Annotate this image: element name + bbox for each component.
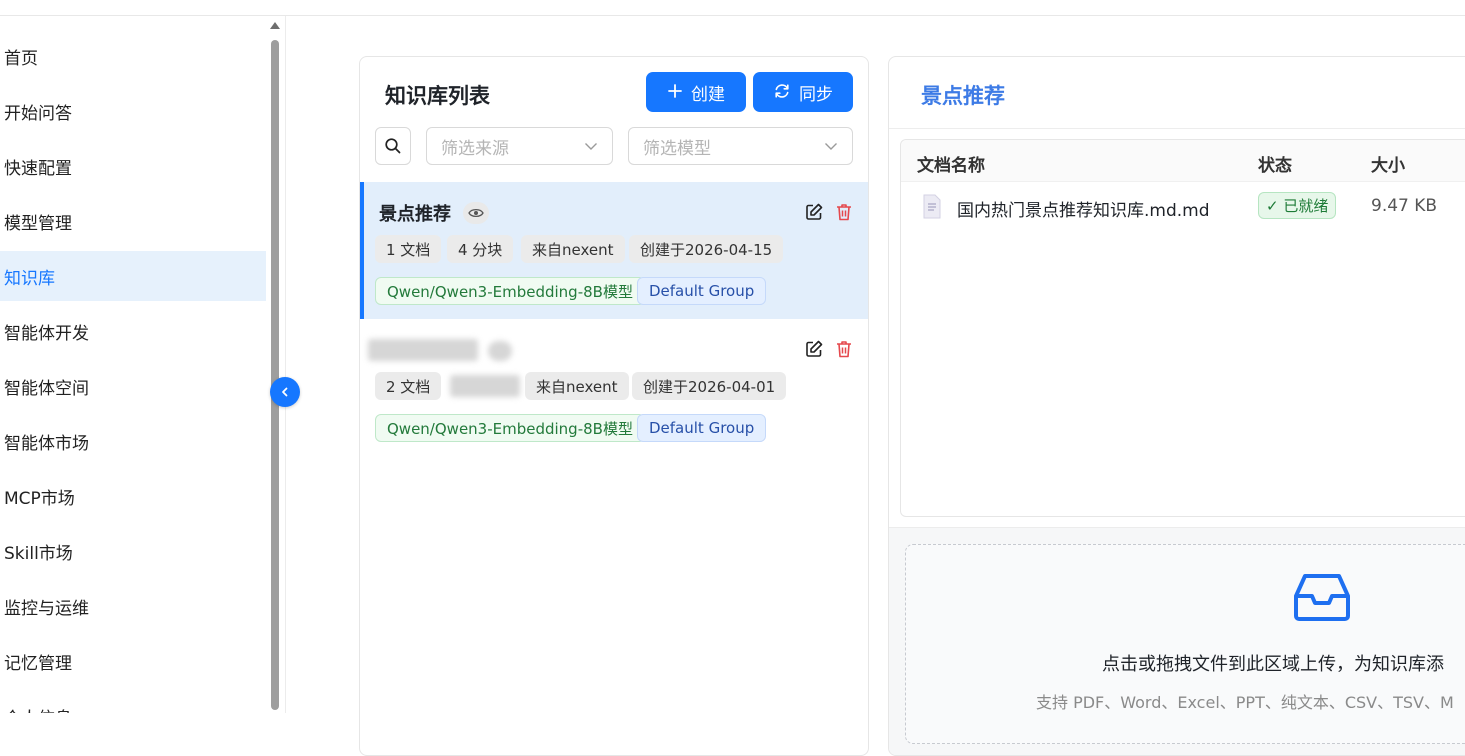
sidebar-item-quick-config[interactable]: 快速配置 — [0, 141, 266, 191]
detail-title: 景点推荐 — [921, 84, 1005, 108]
model-filter-placeholder: 筛选模型 — [643, 138, 711, 159]
sync-button[interactable]: 同步 — [753, 72, 853, 112]
sidebar-item-home[interactable]: 首页 — [0, 31, 266, 81]
sidebar-item-profile[interactable]: 个人信息 — [0, 691, 266, 714]
redacted-chunk-tag — [450, 375, 520, 397]
upload-dropzone[interactable]: 点击或拖拽文件到此区域上传，为知识库添 支持 PDF、Word、Excel、PP… — [905, 544, 1465, 744]
sidebar-item-label: 模型管理 — [4, 213, 72, 234]
sidebar-scrollbar[interactable] — [271, 40, 279, 710]
upload-supported-formats: 支持 PDF、Word、Excel、PPT、纯文本、CSV、TSV、M — [1036, 693, 1454, 712]
sidebar-item-monitoring[interactable]: 监控与运维 — [0, 581, 266, 631]
upload-instruction: 点击或拖拽文件到此区域上传，为知识库添 — [1102, 654, 1444, 675]
search-icon — [385, 138, 401, 154]
create-button[interactable]: 创建 — [646, 72, 746, 112]
column-header-status[interactable]: 状态 — [1258, 151, 1292, 176]
edit-icon[interactable] — [804, 339, 824, 359]
sidebar-item-agent-dev[interactable]: 智能体开发 — [0, 306, 266, 356]
inbox-icon — [1294, 574, 1350, 621]
top-bar — [0, 0, 1465, 16]
doc-count-tag: 2 文档 — [375, 372, 442, 400]
kb-card[interactable]: 景点推荐 1 文档 4 分块 来自nexent 创建于2026-04-15 Qw… — [360, 182, 868, 319]
column-header-name[interactable]: 文档名称 — [917, 151, 985, 176]
sidebar-item-label: 个人信息 — [4, 704, 72, 714]
upload-section: 点击或拖拽文件到此区域上传，为知识库添 支持 PDF、Word、Excel、PP… — [889, 527, 1465, 755]
kb-list-title: 知识库列表 — [385, 84, 490, 108]
source-tag: 来自nexent — [525, 372, 629, 400]
sidebar-item-skill-market[interactable]: Skill市场 — [0, 526, 266, 576]
table-header: 文档名称 状态 大小 — [901, 140, 1465, 182]
sidebar-item-label: 快速配置 — [4, 158, 72, 179]
status-badge: ✓ 已就绪 — [1258, 192, 1337, 219]
column-header-size[interactable]: 大小 — [1371, 151, 1405, 176]
sidebar-item-label: 首页 — [4, 48, 38, 69]
status-text: ✓ 已就绪 — [1266, 197, 1329, 215]
model-filter-select[interactable]: 筛选模型 — [628, 127, 853, 165]
sidebar-item-mcp-market[interactable]: MCP市场 — [0, 471, 266, 521]
document-name[interactable]: 国内热门景点推荐知识库.md.md — [957, 196, 1210, 221]
kb-card-actions — [804, 339, 854, 359]
sidebar-item-label: 智能体空间 — [4, 378, 89, 399]
created-date-tag: 创建于2026-04-01 — [632, 372, 787, 400]
sidebar-collapse-button[interactable] — [270, 377, 300, 407]
chevron-left-icon — [282, 387, 288, 397]
scroll-up-arrow-icon[interactable] — [270, 22, 280, 29]
create-button-label: 创建 — [691, 84, 725, 105]
sidebar: 首页 开始问答 快速配置 模型管理 知识库 智能体开发 智能体空间 智能体市场 … — [0, 16, 286, 713]
document-size: 9.47 KB — [1371, 196, 1438, 216]
source-tag: 来自nexent — [521, 235, 625, 263]
delete-icon[interactable] — [834, 339, 854, 359]
edit-icon[interactable] — [804, 202, 824, 222]
kb-card-name-row: 景点推荐 — [379, 200, 489, 226]
doc-count-tag: 1 文档 — [375, 235, 442, 263]
source-filter-placeholder: 筛选来源 — [441, 138, 509, 159]
chevron-down-icon — [825, 143, 837, 150]
sidebar-item-label: 知识库 — [4, 268, 55, 289]
sidebar-item-agent-market[interactable]: 智能体市场 — [0, 416, 266, 466]
sync-icon — [773, 82, 791, 103]
sidebar-item-knowledge-base[interactable]: 知识库 — [0, 251, 266, 301]
chunk-count-tag: 4 分块 — [447, 235, 514, 263]
sidebar-item-label: 记忆管理 — [4, 653, 72, 674]
group-tag: Default Group — [637, 414, 767, 442]
redacted-name — [368, 339, 478, 361]
sidebar-item-memory[interactable]: 记忆管理 — [0, 636, 266, 686]
model-tag: Qwen/Qwen3-Embedding-8B模型 — [375, 414, 645, 442]
sidebar-item-label: Skill市场 — [4, 543, 73, 564]
group-tag: Default Group — [637, 277, 767, 305]
sidebar-item-label: 智能体市场 — [4, 433, 89, 454]
plus-icon — [667, 82, 683, 102]
detail-header: 景点推荐 — [889, 57, 1465, 129]
created-date-tag: 创建于2026-04-15 — [629, 235, 784, 263]
table-row[interactable]: 国内热门景点推荐知识库.md.md ✓ 已就绪 9.47 KB — [901, 182, 1465, 232]
sidebar-item-label: 开始问答 — [4, 103, 72, 124]
eye-icon[interactable] — [463, 202, 489, 224]
document-table: 文档名称 状态 大小 国内热门景点推荐知识库.md.md ✓ 已就绪 9.47 … — [900, 139, 1465, 517]
document-file-icon — [923, 194, 941, 219]
sidebar-item-label: 智能体开发 — [4, 323, 89, 344]
main-content: 知识库列表 创建 同步 筛选来源 筛选模型 景点推荐 1 文档 4 分块 来自n… — [287, 16, 1465, 756]
sidebar-item-start-qa[interactable]: 开始问答 — [0, 86, 266, 136]
redacted-eye — [488, 341, 512, 361]
kb-list-panel: 知识库列表 创建 同步 筛选来源 筛选模型 景点推荐 1 文档 4 分块 来自n… — [359, 56, 869, 756]
kb-card[interactable]: 2 文档 来自nexent 创建于2026-04-01 Qwen/Qwen3-E… — [360, 319, 868, 456]
sidebar-item-model-management[interactable]: 模型管理 — [0, 196, 266, 246]
model-tag: Qwen/Qwen3-Embedding-8B模型 — [375, 277, 645, 305]
source-filter-select[interactable]: 筛选来源 — [426, 127, 613, 165]
delete-icon[interactable] — [834, 202, 854, 222]
chevron-down-icon — [585, 143, 597, 150]
sidebar-item-label: MCP市场 — [4, 488, 75, 509]
sidebar-item-label: 监控与运维 — [4, 598, 89, 619]
kb-card-name: 景点推荐 — [379, 204, 451, 225]
sync-button-label: 同步 — [799, 84, 833, 105]
kb-card-actions — [804, 202, 854, 222]
search-button[interactable] — [375, 127, 411, 165]
sidebar-item-agent-space[interactable]: 智能体空间 — [0, 361, 266, 411]
kb-detail-panel: 景点推荐 文档名称 状态 大小 国内热门景点推荐知识库.md.md ✓ 已就绪 … — [888, 56, 1465, 756]
